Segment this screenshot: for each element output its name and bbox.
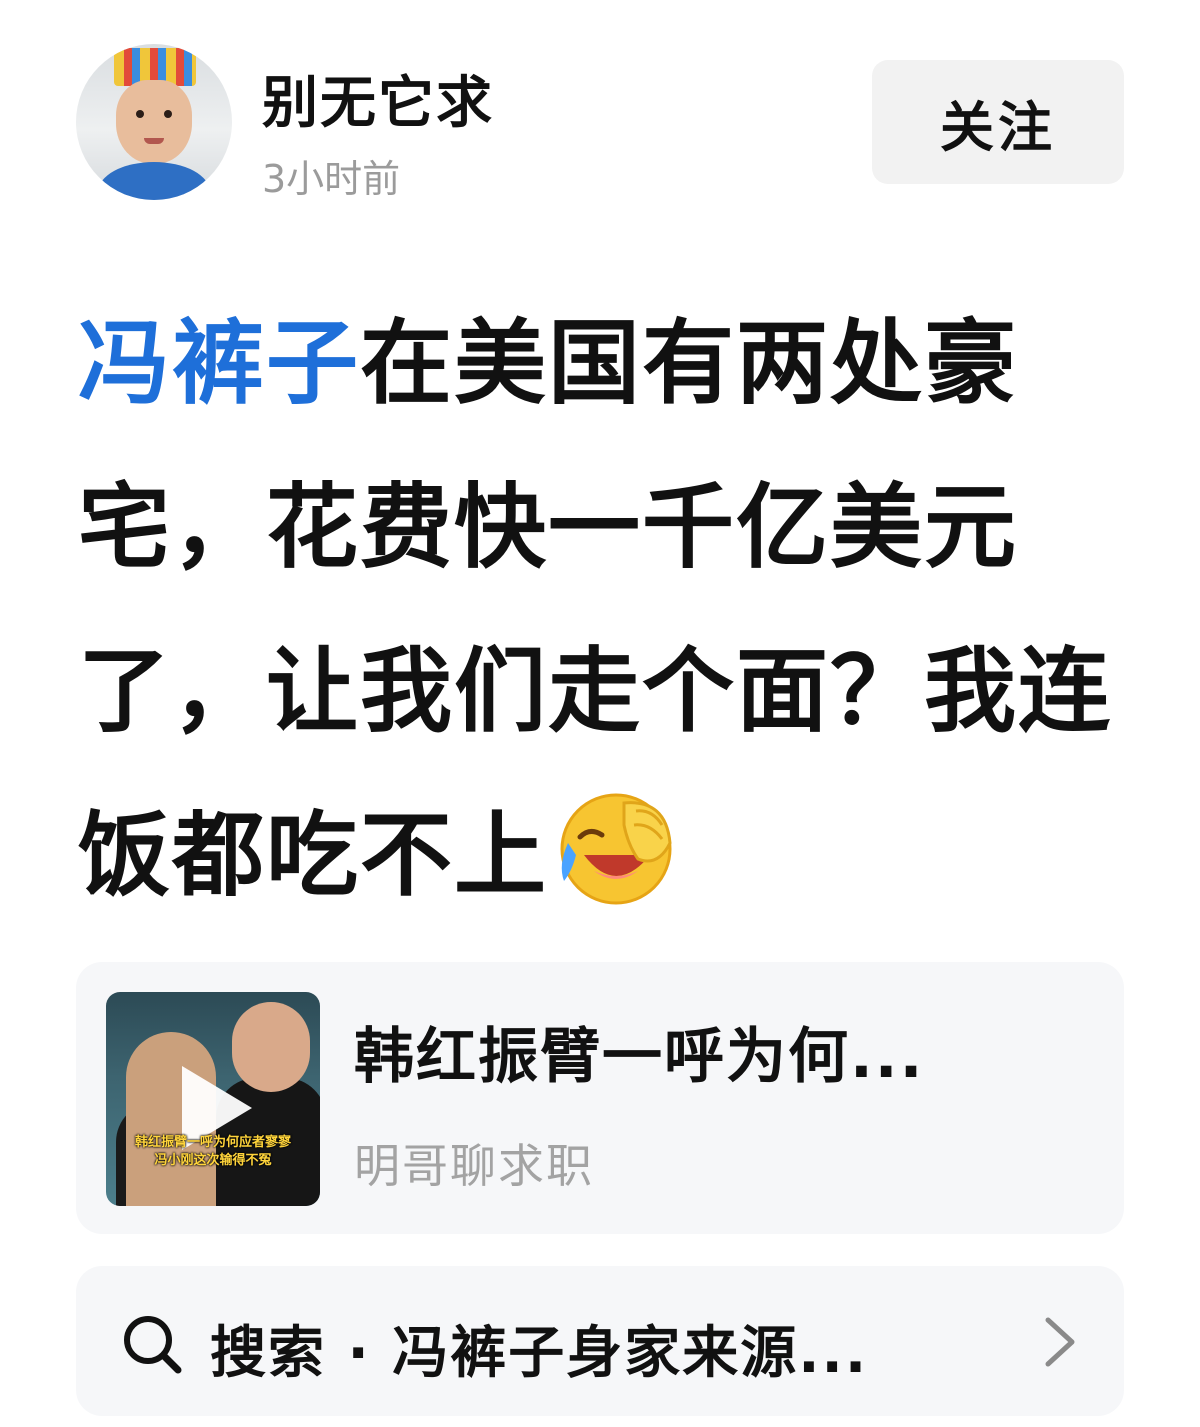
avatar-face <box>116 80 192 164</box>
author-name[interactable]: 别无它求 <box>262 58 494 139</box>
search-suggestion-text[interactable]: 搜索 · 冯裤子身家来源... <box>210 1308 868 1389</box>
author-avatar[interactable] <box>76 44 232 200</box>
post-timestamp: 3小时前 <box>262 157 401 201</box>
post-body: 冯裤子在美国有两处豪宅，花费快一千亿美元了，让我们走个面？我连饭都吃不上 <box>78 282 1128 938</box>
post-header: 别无它求 3小时前 关注 <box>0 0 1200 230</box>
chevron-right-icon[interactable] <box>1038 1312 1082 1372</box>
avatar-shirt <box>98 162 210 200</box>
thumbnail-caption: 韩红振臂一呼为何应者寥寥 冯小刚这次输得不冤 <box>134 1135 291 1168</box>
linked-video-card[interactable]: 韩红振臂一呼为何应者寥寥 冯小刚这次输得不冤 韩红振臂一呼为何... 明哥聊求职 <box>76 962 1124 1234</box>
video-source: 明哥聊求职 <box>354 1139 594 1193</box>
follow-button[interactable]: 关注 <box>872 60 1124 184</box>
laughing-crying-emoji-icon <box>560 793 672 905</box>
hashtag-link[interactable]: 冯裤子 <box>78 310 360 417</box>
related-search-bar[interactable]: 搜索 · 冯裤子身家来源... <box>76 1266 1124 1416</box>
search-icon <box>124 1316 182 1374</box>
video-thumbnail[interactable]: 韩红振臂一呼为何应者寥寥 冯小刚这次输得不冤 <box>106 992 320 1206</box>
video-title[interactable]: 韩红振臂一呼为何... <box>354 1008 1074 1095</box>
